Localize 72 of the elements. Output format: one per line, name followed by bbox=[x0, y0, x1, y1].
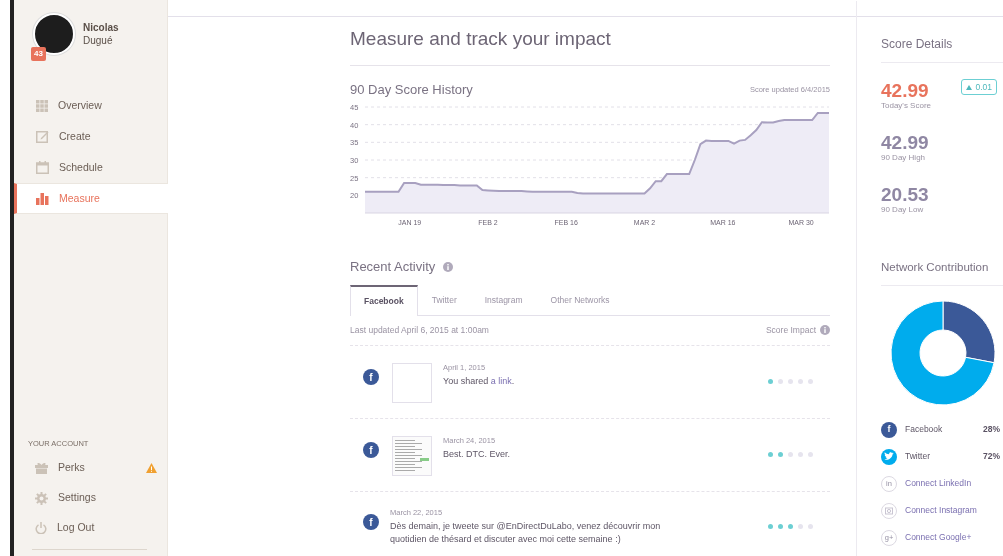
network-name: Facebook bbox=[905, 423, 943, 437]
impact-dot bbox=[788, 524, 793, 530]
nav-item[interactable]: Create bbox=[14, 121, 167, 152]
settings-icon bbox=[35, 491, 48, 505]
nav-item[interactable]: Measure bbox=[14, 183, 168, 214]
score-badge: 43 bbox=[31, 47, 46, 61]
section-title: Score Details bbox=[881, 1, 1003, 63]
account-item[interactable]: Perks bbox=[14, 453, 167, 483]
score-value: 42.99 bbox=[881, 81, 930, 100]
connect-link[interactable]: Connect Google+ bbox=[905, 531, 972, 545]
facebook-icon: f bbox=[363, 369, 379, 386]
network-name: Twitter bbox=[905, 450, 931, 464]
post-text: You shared a link. bbox=[443, 375, 516, 389]
impact-dot bbox=[788, 452, 793, 458]
chart-title: 90 Day Score History bbox=[350, 80, 473, 99]
impact-dot bbox=[808, 524, 813, 530]
section-title: Recent Activity bbox=[350, 258, 436, 277]
score-label: 90 Day High bbox=[881, 152, 927, 164]
network-percent: 72% bbox=[983, 450, 1000, 464]
impact-label: Score Impact bbox=[765, 323, 816, 337]
avatar bbox=[33, 13, 75, 55]
edit-icon bbox=[36, 130, 49, 143]
facebook-icon: f bbox=[881, 421, 897, 438]
score-value: 42.99 bbox=[881, 133, 929, 152]
connect-link[interactable]: Connect Instagram bbox=[905, 504, 977, 518]
score-change: 0.01 bbox=[961, 79, 997, 95]
impact-dot bbox=[778, 452, 783, 458]
page-title: Measure and track your impact bbox=[350, 1, 830, 66]
nav-item[interactable]: Overview bbox=[14, 90, 167, 121]
facebook-icon: f bbox=[363, 514, 379, 531]
account-item[interactable]: Settings bbox=[14, 483, 167, 513]
score-label: Today's Score bbox=[881, 100, 931, 112]
gift-icon bbox=[35, 462, 48, 474]
tab[interactable]: Facebook bbox=[350, 284, 418, 316]
connect-link[interactable]: Connect LinkedIn bbox=[905, 477, 972, 491]
impact-dot bbox=[788, 379, 793, 385]
impact-dot bbox=[798, 452, 803, 458]
info-icon bbox=[443, 262, 454, 273]
score-value: 20.53 bbox=[881, 185, 929, 204]
account-item[interactable]: Log Out bbox=[14, 513, 167, 543]
nav-item[interactable]: Schedule bbox=[14, 152, 167, 183]
impact-dot bbox=[798, 379, 803, 385]
user-first-name: Nicolas bbox=[83, 21, 119, 34]
screenshot-thumbnail bbox=[392, 436, 432, 477]
up-triangle-icon bbox=[966, 84, 973, 90]
impact-dot bbox=[768, 452, 773, 458]
facebook-icon: f bbox=[363, 442, 379, 459]
post-text: Best. DTC. Ever. bbox=[443, 448, 512, 462]
section-title: Network Contribution bbox=[881, 229, 1003, 287]
tab[interactable]: Instagram bbox=[470, 284, 537, 316]
impact-dot bbox=[808, 452, 813, 458]
thumbnail-image bbox=[392, 363, 432, 404]
power-icon bbox=[35, 522, 47, 534]
last-updated-text: Last updated April 6, 2015 at 1:00am bbox=[350, 323, 489, 337]
grid-icon bbox=[36, 99, 48, 112]
calendar-icon bbox=[36, 161, 49, 174]
post-link[interactable]: a link bbox=[490, 376, 512, 387]
impact-dot bbox=[768, 524, 773, 530]
bar-chart-icon bbox=[36, 192, 49, 205]
post-text: Dès demain, je tweete sur @EnDirectDuLabo, venez découvrir mon quotidien de thésard et discuter avec moi cette semaine :) bbox=[390, 520, 662, 547]
camera-icon bbox=[881, 502, 897, 519]
network-percent: 28% bbox=[983, 423, 1000, 437]
impact-dot bbox=[768, 379, 773, 385]
score-label: 90 Day Low bbox=[881, 204, 925, 216]
user-last-name: Dugué bbox=[83, 34, 114, 47]
impact-dot bbox=[778, 379, 783, 385]
impact-dot bbox=[778, 524, 783, 530]
info-icon bbox=[820, 324, 830, 335]
impact-dot bbox=[798, 524, 803, 530]
tab[interactable]: Other Networks bbox=[536, 284, 624, 316]
tab[interactable]: Twitter bbox=[417, 284, 471, 316]
impact-dot bbox=[808, 379, 813, 385]
